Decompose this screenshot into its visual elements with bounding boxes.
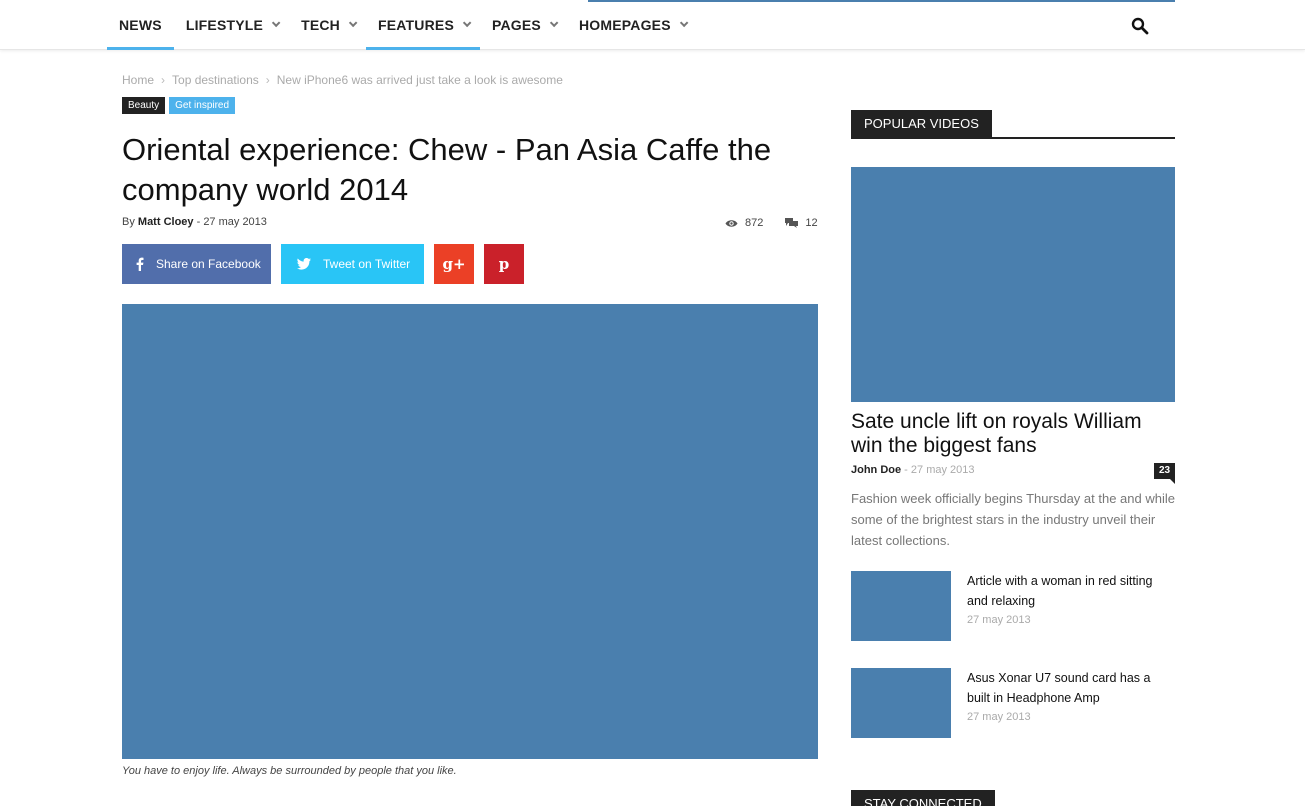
nav-item-lifestyle[interactable]: LIFESTYLE: [174, 0, 289, 50]
share-buttons: Share on Facebook Tweet on Twitter g+ p: [122, 244, 524, 284]
breadcrumb-home[interactable]: Home: [122, 73, 154, 87]
chevron-down-icon: [348, 18, 358, 28]
post-tags: Beauty Get inspired: [122, 97, 236, 114]
stay-connected-title: STAY CONNECTED: [851, 790, 995, 806]
list-item: Article with a woman in red sitting and …: [851, 571, 1175, 641]
post-stats: 872 12: [725, 217, 818, 229]
featured-image: [122, 304, 818, 759]
post-date: 27 may 2013: [203, 216, 267, 228]
breadcrumb-separator: ›: [265, 73, 270, 87]
post-author[interactable]: Matt Cloey: [138, 216, 194, 228]
chevron-down-icon: [679, 18, 689, 28]
popular-video-date: 27 may 2013: [910, 464, 975, 476]
nav-item-tech[interactable]: TECH: [289, 0, 366, 50]
twitter-icon: [297, 258, 311, 270]
tag-get-inspired[interactable]: Get inspired: [169, 97, 236, 114]
chevron-down-icon: [462, 18, 472, 28]
nav-item-label: FEATURES: [377, 17, 454, 33]
nav-item-label: NEWS: [119, 17, 162, 33]
list-item-date: 27 may 2013: [967, 614, 1031, 626]
nav-item-pages[interactable]: PAGES: [480, 0, 567, 50]
tag-beauty[interactable]: Beauty: [122, 97, 166, 114]
tweet-twitter-button[interactable]: Tweet on Twitter: [281, 244, 424, 284]
popular-video-author[interactable]: John Doe: [851, 464, 901, 476]
eye-icon: [725, 219, 738, 227]
facebook-icon: [136, 257, 144, 271]
comments-icon: [785, 218, 799, 228]
top-navigation-bar: NEWS LIFESTYLE TECH FEATURES PAGES HOMEP…: [0, 0, 1305, 50]
popular-video-thumbnail[interactable]: [851, 167, 1175, 402]
search-icon[interactable]: [1131, 17, 1149, 35]
image-caption: You have to enjoy life. Always be surrou…: [122, 765, 457, 777]
comment-count-badge[interactable]: 23: [1154, 463, 1175, 484]
popular-video-meta: John Doe - 27 may 2013: [851, 464, 975, 476]
comments-count[interactable]: 12: [805, 217, 817, 229]
stay-connected-heading: STAY CONNECTED: [851, 790, 1175, 806]
share-facebook-button[interactable]: Share on Facebook: [122, 244, 271, 284]
chevron-down-icon: [271, 18, 281, 28]
post-meta: By Matt Cloey - 27 may 2013: [122, 216, 267, 228]
list-item-thumbnail[interactable]: [851, 571, 951, 641]
main-menu: NEWS LIFESTYLE TECH FEATURES PAGES HOMEP…: [107, 0, 697, 50]
list-item-title[interactable]: Asus Xonar U7 sound card has a built in …: [967, 668, 1175, 708]
breadcrumb-current: New iPhone6 was arrived just take a look…: [276, 73, 563, 87]
nav-item-label: PAGES: [492, 17, 541, 33]
popular-videos-title: POPULAR VIDEOS: [851, 110, 992, 137]
nav-item-features[interactable]: FEATURES: [365, 0, 481, 50]
chevron-down-icon: [549, 18, 559, 28]
list-item-title[interactable]: Article with a woman in red sitting and …: [967, 571, 1175, 611]
breadcrumb: Home › Top destinations › New iPhone6 wa…: [122, 73, 563, 87]
share-facebook-label: Share on Facebook: [156, 257, 261, 271]
list-item-date: 27 may 2013: [967, 711, 1031, 723]
post-by-label: By: [122, 216, 135, 228]
breadcrumb-category[interactable]: Top destinations: [172, 73, 259, 87]
post-date-separator: -: [193, 216, 204, 228]
nav-item-label: LIFESTYLE: [185, 17, 264, 33]
popular-video-date-separator: -: [901, 464, 911, 476]
list-item-thumbnail[interactable]: [851, 668, 951, 738]
nav-item-news[interactable]: NEWS: [107, 0, 174, 50]
pinterest-icon: p: [498, 255, 510, 273]
nav-item-homepages[interactable]: HOMEPAGES: [567, 0, 697, 50]
share-google-plus-button[interactable]: g+: [434, 244, 474, 284]
post-title: Oriental experience: Chew - Pan Asia Caf…: [122, 132, 772, 207]
list-item: Asus Xonar U7 sound card has a built in …: [851, 668, 1175, 738]
popular-video-title[interactable]: Sate uncle lift on royals William win th…: [851, 410, 1175, 458]
nav-item-label: HOMEPAGES: [578, 17, 671, 33]
tweet-twitter-label: Tweet on Twitter: [323, 257, 411, 271]
popular-videos-heading: POPULAR VIDEOS: [851, 110, 1175, 139]
views-count: 872: [745, 217, 764, 229]
breadcrumb-separator: ›: [161, 73, 166, 87]
google-plus-icon: g+: [442, 255, 466, 273]
share-pinterest-button[interactable]: p: [484, 244, 524, 284]
popular-video-excerpt: Fashion week officially begins Thursday …: [851, 491, 1175, 548]
nav-item-label: TECH: [301, 17, 340, 33]
